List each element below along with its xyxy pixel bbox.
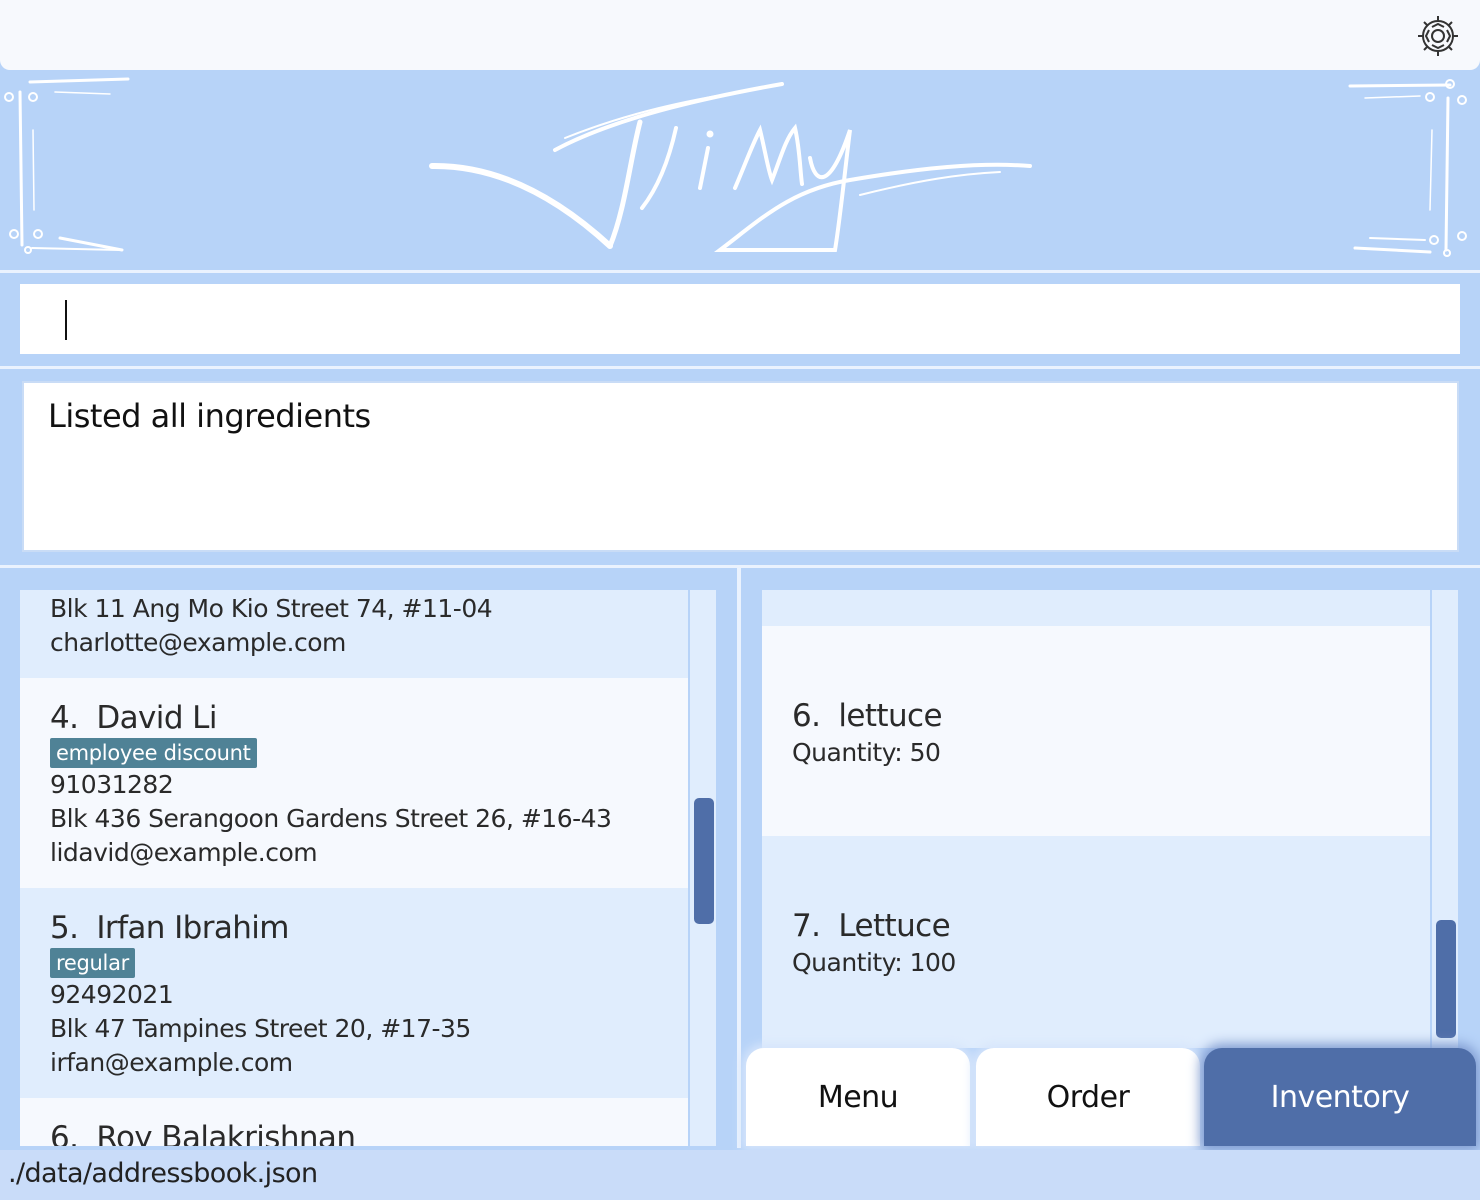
customer-name: Irfan Ibrahim	[96, 910, 289, 946]
customer-address: Blk 47 Tampines Street 20, #17-35	[50, 1014, 471, 1043]
customer-phone: 92492021	[50, 980, 174, 1009]
customer-name: Roy Balakrishnan	[96, 1120, 356, 1146]
list-item[interactable]: 6. lettuce Quantity: 50	[762, 626, 1430, 836]
customer-list-scroll-thumb[interactable]	[694, 798, 714, 924]
customer-index: 4.	[50, 700, 79, 736]
ingredient-quantity: Quantity: 50	[792, 738, 941, 767]
customer-name-row: 6. Roy Balakrishnan	[50, 1118, 688, 1146]
customer-email: irfan@example.com	[50, 1048, 293, 1077]
ingredient-quantity: Quantity: 100	[792, 948, 956, 977]
ingredient-name: Lettuce	[838, 908, 951, 944]
app-banner	[0, 70, 1480, 270]
command-input[interactable]	[20, 284, 1460, 354]
tab-inventory[interactable]: Inventory	[1204, 1048, 1476, 1146]
top-bar	[0, 0, 1480, 70]
customer-tag: regular	[50, 948, 135, 978]
customer-email: charlotte@example.com	[50, 628, 346, 657]
status-bar: ./data/addressbook.json	[0, 1150, 1480, 1200]
ingredient-name-row: 7. Lettuce	[792, 906, 1430, 946]
gear-icon[interactable]	[1414, 12, 1462, 60]
list-item[interactable]: Blk 11 Ang Mo Kio Street 74, #11-04 char…	[20, 590, 688, 678]
customer-list[interactable]: Blk 11 Ang Mo Kio Street 74, #11-04 char…	[20, 590, 688, 1146]
ingredient-index: 6.	[792, 698, 821, 734]
ingredient-name-row: 6. lettuce	[792, 696, 1430, 736]
separator	[0, 366, 1480, 369]
list-item[interactable]: 6. Roy Balakrishnan	[20, 1098, 688, 1146]
list-item[interactable]: 7. Lettuce Quantity: 100	[762, 836, 1430, 1046]
result-display: Listed all ingredients	[22, 381, 1459, 552]
tab-order[interactable]: Order	[976, 1048, 1200, 1146]
customer-phone: 91031282	[50, 770, 174, 799]
list-item[interactable]: 5. Irfan Ibrahim regular 92492021 Blk 47 …	[20, 888, 688, 1098]
command-box[interactable]	[20, 284, 1460, 354]
panel-divider	[737, 568, 741, 1148]
tab-menu[interactable]: Menu	[746, 1048, 970, 1146]
inventory-list[interactable]: 6. lettuce Quantity: 50 7. Lettuce Quantit…	[762, 590, 1430, 1048]
list-item[interactable]: 4. David Li employee discount 91031282 Bl…	[20, 678, 688, 888]
customer-address: Blk 436 Serangoon Gardens Street 26, #16…	[50, 804, 612, 833]
customer-name-row: 5. Irfan Ibrahim	[50, 908, 688, 948]
separator	[0, 270, 1480, 273]
customer-email: lidavid@example.com	[50, 838, 318, 867]
customer-name: David Li	[96, 700, 217, 736]
customer-name-row: 4. David Li	[50, 698, 688, 738]
customer-tag: employee discount	[50, 738, 257, 768]
result-message: Listed all ingredients	[48, 397, 371, 435]
inventory-list-scroll-thumb[interactable]	[1436, 920, 1456, 1038]
logo-sketch	[4, 77, 1467, 257]
ingredient-index: 7.	[792, 908, 821, 944]
customer-index: 6.	[50, 1120, 79, 1146]
customer-address: Blk 11 Ang Mo Kio Street 74, #11-04	[50, 594, 493, 623]
ingredient-name: lettuce	[838, 698, 942, 734]
storage-path: ./data/addressbook.json	[8, 1158, 318, 1189]
text-caret	[65, 300, 67, 340]
customer-index: 5.	[50, 910, 79, 946]
